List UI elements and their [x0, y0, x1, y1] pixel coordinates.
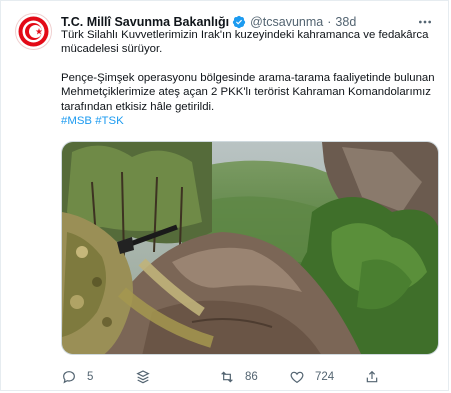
tweet-actions: 5 86 724 — [61, 368, 381, 386]
like-button[interactable]: 724 — [289, 368, 334, 386]
tweet-card[interactable]: T.C. Millî Savunma Bakanlığı @tcsavunma … — [0, 0, 449, 391]
tweet-paragraph-2: Pençe-Şimşek operasyonu bölgesinde arama… — [61, 71, 435, 113]
hashtag-msb[interactable]: #MSB — [61, 115, 92, 127]
stack-button[interactable] — [135, 368, 151, 386]
like-count: 724 — [315, 371, 335, 383]
reply-count: 5 — [87, 371, 94, 383]
hashtags: #MSB #TSK — [61, 114, 436, 128]
retweet-icon — [221, 371, 233, 383]
photo-landscape — [62, 142, 438, 354]
retweet-button[interactable]: 86 — [219, 368, 258, 386]
tweet-text: Türk Silahlı Kuvvetlerimizin Irak'ın kuz… — [61, 28, 436, 128]
hashtag-tsk[interactable]: #TSK — [95, 115, 124, 127]
retweet-count: 86 — [245, 371, 258, 383]
reply-icon — [63, 371, 75, 384]
msb-logo-icon — [18, 16, 49, 47]
reply-button[interactable]: 5 — [61, 368, 93, 386]
heart-icon — [290, 371, 304, 384]
share-button[interactable] — [364, 368, 380, 386]
tweet-photo[interactable] — [61, 141, 439, 355]
author-name[interactable]: T.C. Millî Savunma Bakanlığı — [61, 15, 229, 29]
author-handle[interactable]: @tcsavunma — [250, 15, 323, 29]
tweet-paragraph-1: Türk Silahlı Kuvvetlerimizin Irak'ın kuz… — [61, 29, 429, 56]
separator-dot: · — [327, 15, 332, 29]
timestamp[interactable]: 38d — [335, 15, 356, 29]
avatar[interactable] — [15, 13, 52, 50]
verified-badge-icon — [232, 15, 246, 29]
stack-icon — [136, 370, 150, 384]
share-icon — [366, 370, 378, 383]
